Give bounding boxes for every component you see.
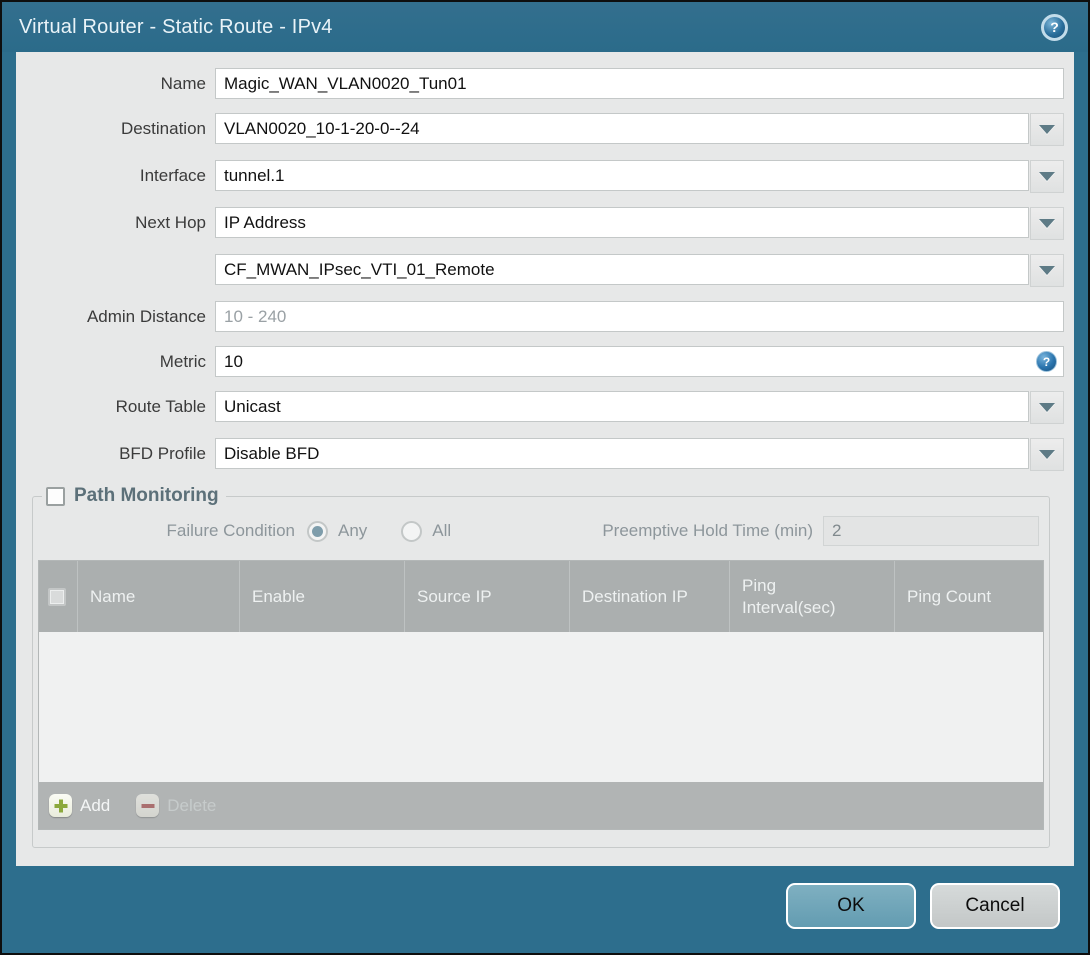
bfd-profile-input[interactable] xyxy=(215,438,1029,469)
preemptive-hold-time-input[interactable] xyxy=(823,516,1039,546)
form-row-next-hop-address xyxy=(16,254,1064,287)
ok-button[interactable]: OK xyxy=(786,882,916,929)
static-route-dialog: Virtual Router - Static Route - IPv4 ? N… xyxy=(0,0,1090,955)
admin-distance-input[interactable] xyxy=(215,301,1064,332)
table-body-empty[interactable] xyxy=(39,632,1043,782)
table-header-row: Name Enable Source IP Destination IP Pin… xyxy=(39,561,1043,632)
form-row-metric: Metric ? xyxy=(16,346,1064,377)
form-row-admin-distance: Admin Distance xyxy=(16,301,1064,332)
admin-distance-label: Admin Distance xyxy=(86,307,206,326)
column-header-destination-ip[interactable]: Destination IP xyxy=(570,561,730,632)
failure-condition-label: Failure Condition xyxy=(166,521,295,540)
chevron-down-icon xyxy=(1039,403,1055,412)
column-header-source-ip[interactable]: Source IP xyxy=(405,561,570,632)
path-monitoring-section: Path Monitoring Failure Condition Any Al… xyxy=(32,485,1050,848)
select-all-checkbox[interactable] xyxy=(48,587,66,606)
metric-info-icon[interactable]: ? xyxy=(1036,351,1057,372)
failure-condition-row: Failure Condition Any All Preemptive Hol… xyxy=(38,515,1044,547)
form-row-bfd-profile: BFD Profile xyxy=(16,438,1064,471)
chevron-down-icon xyxy=(1039,219,1055,228)
bfd-profile-label: BFD Profile xyxy=(119,444,206,463)
metric-label: Metric xyxy=(159,352,206,371)
next-hop-address-input[interactable] xyxy=(215,254,1029,285)
next-hop-type-dropdown-button[interactable] xyxy=(1030,207,1064,240)
path-monitoring-title: Path Monitoring xyxy=(74,485,219,506)
destination-input[interactable] xyxy=(215,113,1029,144)
radio-any-icon[interactable] xyxy=(307,520,328,542)
path-monitoring-checkbox[interactable] xyxy=(46,486,65,506)
failure-condition-any-option[interactable]: Any xyxy=(307,520,368,542)
failure-condition-all-option[interactable]: All xyxy=(401,520,452,542)
chevron-down-icon xyxy=(1039,266,1055,275)
bfd-profile-dropdown-button[interactable] xyxy=(1030,438,1064,471)
column-header-ping-interval[interactable]: Ping Interval(sec) xyxy=(730,561,895,632)
route-table-input[interactable] xyxy=(215,391,1029,422)
delete-minus-icon xyxy=(136,794,160,817)
help-icon[interactable]: ? xyxy=(1041,13,1068,41)
route-table-dropdown-button[interactable] xyxy=(1030,391,1064,424)
next-hop-type-input[interactable] xyxy=(215,207,1029,238)
dialog-body: Name Destination Interface Next Hop xyxy=(16,52,1074,866)
dialog-titlebar: Virtual Router - Static Route - IPv4 ? xyxy=(2,2,1088,52)
column-header-name[interactable]: Name xyxy=(78,561,240,632)
preemptive-hold-time-label: Preemptive Hold Time (min) xyxy=(602,521,813,540)
form-row-route-table: Route Table xyxy=(16,391,1064,424)
delete-button-label: Delete xyxy=(167,795,217,815)
chevron-down-icon xyxy=(1039,125,1055,134)
column-header-enable[interactable]: Enable xyxy=(240,561,405,632)
destination-label: Destination xyxy=(120,119,206,138)
radio-all-label: All xyxy=(432,521,452,540)
interface-input[interactable] xyxy=(215,160,1029,191)
add-button-label: Add xyxy=(80,795,111,815)
select-all-cell xyxy=(39,561,78,632)
name-label: Name xyxy=(160,74,206,93)
path-monitoring-table: Name Enable Source IP Destination IP Pin… xyxy=(38,560,1044,830)
name-input[interactable] xyxy=(215,68,1064,99)
path-monitoring-legend: Path Monitoring xyxy=(42,485,226,507)
chevron-down-icon xyxy=(1039,172,1055,181)
add-button[interactable]: Add xyxy=(49,794,110,817)
form-row-name: Name xyxy=(16,68,1064,99)
dialog-title: Virtual Router - Static Route - IPv4 xyxy=(19,15,333,38)
dialog-footer: OK Cancel xyxy=(2,866,1088,953)
radio-any-label: Any xyxy=(338,521,368,540)
interface-dropdown-button[interactable] xyxy=(1030,160,1064,193)
table-toolbar: Add Delete xyxy=(39,782,1043,829)
delete-button[interactable]: Delete xyxy=(136,794,216,817)
metric-input[interactable] xyxy=(215,346,1064,377)
radio-all-icon[interactable] xyxy=(401,520,423,542)
form-row-interface: Interface xyxy=(16,160,1064,193)
column-header-ping-count[interactable]: Ping Count xyxy=(895,561,1043,632)
form-row-destination: Destination xyxy=(16,113,1064,146)
next-hop-label: Next Hop xyxy=(135,213,206,232)
chevron-down-icon xyxy=(1039,450,1055,459)
route-table-label: Route Table xyxy=(115,397,206,416)
cancel-button[interactable]: Cancel xyxy=(930,882,1060,929)
preemptive-hold-time-group: Preemptive Hold Time (min) xyxy=(602,516,1044,546)
next-hop-address-dropdown-button[interactable] xyxy=(1030,254,1064,287)
form-row-next-hop: Next Hop xyxy=(16,207,1064,240)
add-plus-icon xyxy=(49,794,72,817)
interface-label: Interface xyxy=(139,166,206,185)
destination-dropdown-button[interactable] xyxy=(1030,113,1064,146)
